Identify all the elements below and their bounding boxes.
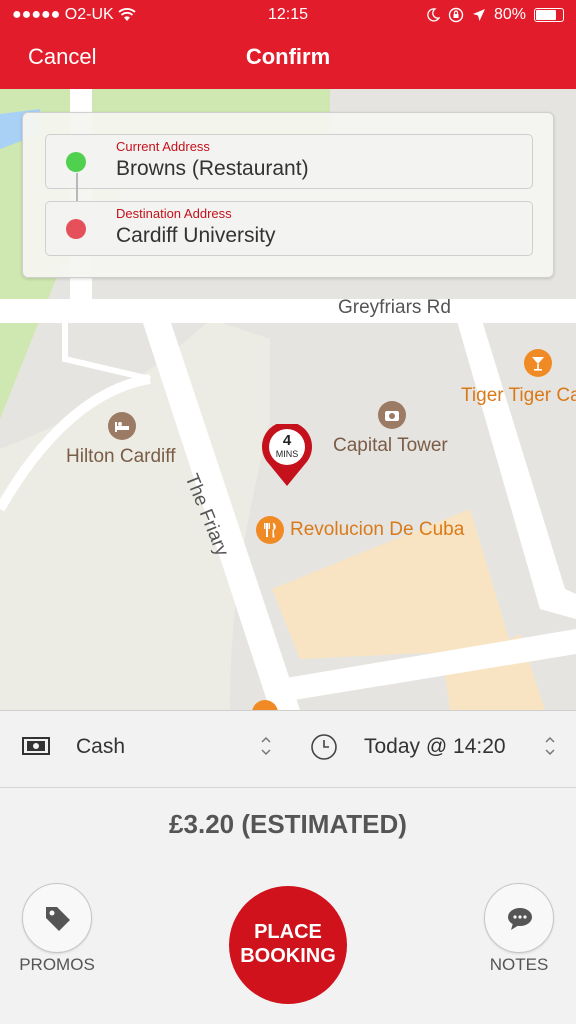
notes-button[interactable] (484, 883, 554, 953)
price-estimate: £3.20 (ESTIMATED) (169, 809, 407, 839)
destination-address-row[interactable]: Destination Address Cardiff University (45, 201, 533, 256)
road-label-greyfriars: Greyfriars Rd (338, 297, 451, 318)
bar-poi[interactable] (524, 349, 552, 377)
promos-label: PROMOS (19, 955, 95, 974)
address-card: Current Address Browns (Restaurant) Dest… (22, 112, 554, 278)
current-address-label: Current Address (116, 139, 210, 154)
time-stepper-icon[interactable] (543, 733, 557, 759)
place-label-capital-tower: Capital Tower (333, 435, 448, 456)
current-address-row[interactable]: Current Address Browns (Restaurant) (45, 134, 533, 189)
promos-button[interactable] (22, 883, 92, 953)
hotel-poi[interactable] (108, 412, 136, 440)
place-label-revolucion: Revolucion De Cuba (290, 519, 465, 540)
payment-stepper-icon[interactable] (259, 733, 273, 759)
battery-icon (534, 8, 564, 22)
origin-dot-icon (66, 152, 86, 172)
payment-time-row: Cash Today @ 14:20 (0, 711, 576, 785)
bar-icon (532, 357, 544, 371)
location-arrow-icon (472, 9, 485, 21)
page-title: Confirm (245, 44, 331, 69)
moon-icon (427, 8, 440, 22)
eta-value: 4 (282, 432, 292, 449)
notes-label: NOTES (489, 955, 549, 974)
restaurant-icon (264, 522, 276, 538)
tag-icon (46, 907, 70, 931)
place-booking-button[interactable]: PLACE BOOKING (229, 886, 347, 1004)
eta-pin: 4 MINS (262, 421, 312, 488)
destination-address-value: Cardiff University (116, 224, 276, 247)
payment-method[interactable]: Cash (76, 735, 125, 759)
place-label-tiger-tiger: Tiger Tiger Ca (461, 385, 576, 406)
clock-icon (311, 734, 337, 760)
chat-bubble-icon (508, 908, 532, 930)
place-label-hilton: Hilton Cardiff (66, 446, 176, 467)
destination-address-label: Destination Address (116, 206, 232, 221)
eta-unit: MINS (275, 449, 299, 459)
hotel-icon (115, 422, 129, 432)
place-booking-line2: BOOKING (240, 945, 336, 967)
destination-dot-icon (66, 219, 86, 239)
cash-icon (22, 737, 50, 755)
header-bar: ●●●●● O2-UK 12:15 80% Cancel Confirm (0, 0, 576, 89)
current-address-value: Browns (Restaurant) (116, 157, 309, 180)
place-booking-line1: PLACE (254, 921, 322, 943)
pickup-time[interactable]: Today @ 14:20 (364, 735, 506, 759)
battery-percent: 80% (493, 6, 526, 23)
status-bar: ●●●●● O2-UK 12:15 80% (0, 0, 576, 30)
booking-panel: Cash Today @ 14:20 £3.20 (ESTIMATED) PRO… (0, 710, 576, 1024)
restaurant-poi[interactable] (256, 516, 284, 544)
camera-poi[interactable] (378, 401, 406, 429)
divider (0, 787, 576, 788)
camera-icon (385, 411, 399, 421)
rotation-lock-icon (448, 7, 464, 23)
